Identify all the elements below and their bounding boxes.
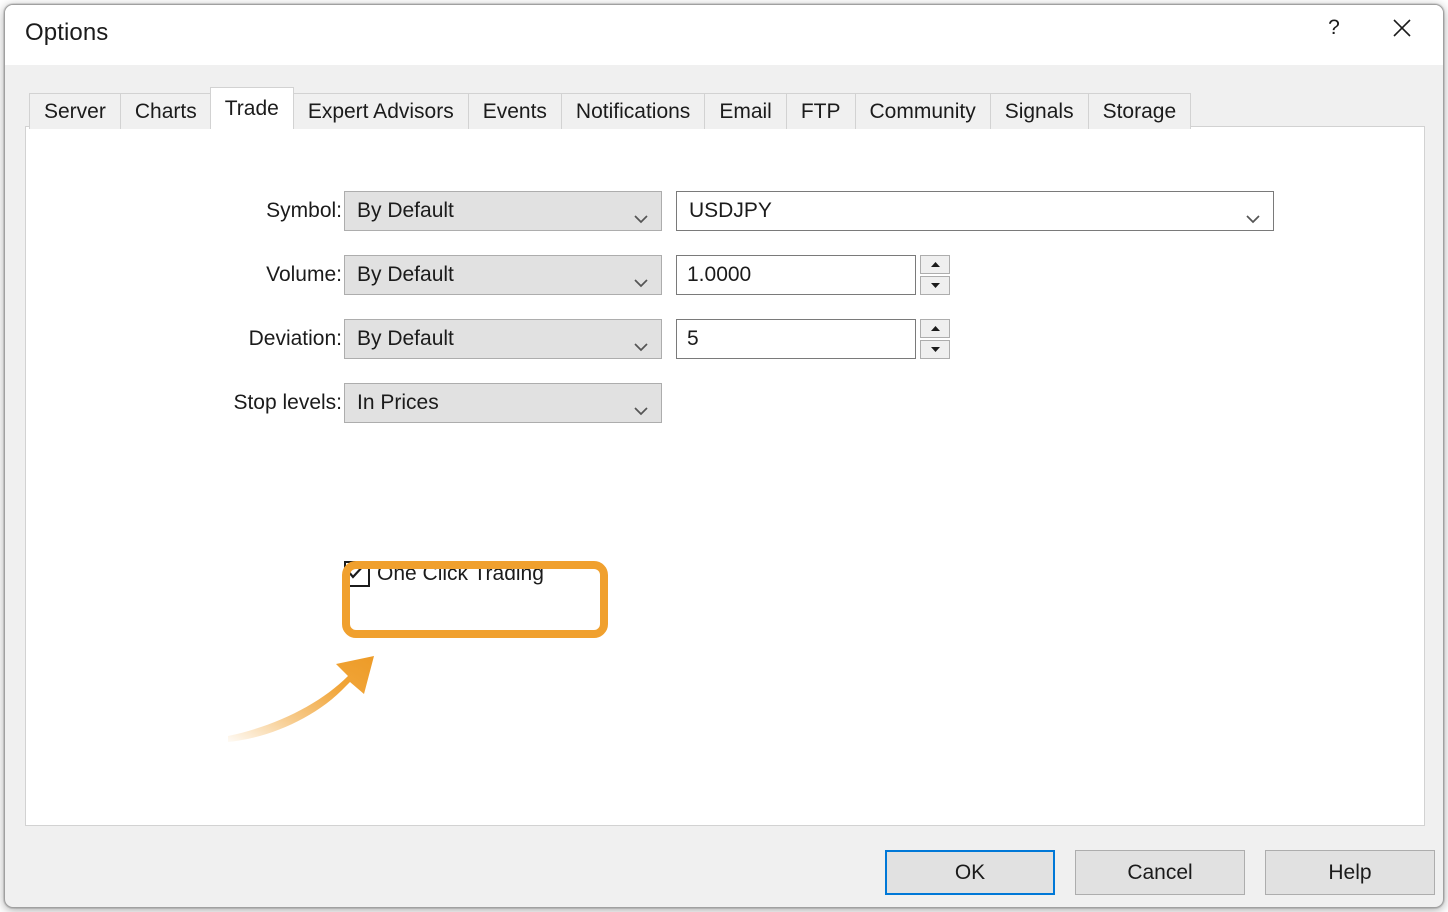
- volume-stepper[interactable]: [920, 255, 950, 295]
- cancel-button-label: Cancel: [1127, 861, 1192, 885]
- tab-label: Signals: [1005, 100, 1074, 124]
- chevron-down-icon: [633, 334, 649, 344]
- checkmark-icon: [347, 564, 367, 585]
- one-click-trading-label: One Click Trading: [377, 562, 544, 586]
- volume-value: 1.0000: [687, 263, 751, 287]
- trade-settings-panel: Symbol: By Default USDJPY Volume: By Def…: [25, 126, 1425, 826]
- deviation-label: Deviation:: [249, 327, 342, 351]
- volume-mode-value: By Default: [357, 263, 454, 287]
- volume-increment-button[interactable]: [920, 255, 950, 274]
- tab-trade[interactable]: Trade: [210, 87, 294, 129]
- volume-row: Volume: By Default 1.0000: [26, 255, 1424, 295]
- tab-label: Notifications: [576, 100, 690, 124]
- options-dialog: Options ? Server Charts Trade Expert Adv…: [4, 4, 1444, 908]
- tab-email[interactable]: Email: [704, 93, 787, 129]
- chevron-down-icon: [633, 206, 649, 216]
- triangle-down-icon: [930, 282, 941, 289]
- tab-notifications[interactable]: Notifications: [561, 93, 705, 129]
- deviation-mode-value: By Default: [357, 327, 454, 351]
- tab-signals[interactable]: Signals: [990, 93, 1089, 129]
- chevron-down-icon: [633, 270, 649, 280]
- triangle-up-icon: [930, 325, 941, 332]
- deviation-row: Deviation: By Default 5: [26, 319, 1424, 359]
- tab-label: Trade: [225, 97, 279, 121]
- tab-label: Server: [44, 100, 106, 124]
- tab-label: Community: [870, 100, 976, 124]
- tab-label: Storage: [1103, 100, 1177, 124]
- help-button[interactable]: Help: [1265, 850, 1435, 895]
- tab-label: Events: [483, 100, 547, 124]
- tab-label: Email: [719, 100, 772, 124]
- one-click-trading-checkbox[interactable]: [344, 561, 370, 587]
- deviation-increment-button[interactable]: [920, 319, 950, 338]
- volume-mode-combobox[interactable]: By Default: [344, 255, 662, 295]
- tab-strip: Server Charts Trade Expert Advisors Even…: [29, 89, 1190, 129]
- ok-button-label: OK: [955, 861, 985, 885]
- tab-label: Expert Advisors: [308, 100, 454, 124]
- window-title: Options: [25, 19, 108, 47]
- tab-expert-advisors[interactable]: Expert Advisors: [293, 93, 469, 129]
- symbol-value: USDJPY: [689, 199, 772, 223]
- triangle-down-icon: [930, 346, 941, 353]
- tab-label: FTP: [801, 100, 841, 124]
- tab-server[interactable]: Server: [29, 93, 121, 129]
- volume-input[interactable]: 1.0000: [676, 255, 916, 295]
- question-mark-icon: ?: [1328, 16, 1340, 40]
- ok-button[interactable]: OK: [885, 850, 1055, 895]
- title-bar: Options ?: [5, 5, 1443, 65]
- close-button[interactable]: [1371, 5, 1433, 51]
- symbol-mode-combobox[interactable]: By Default: [344, 191, 662, 231]
- one-click-trading-row[interactable]: One Click Trading: [344, 561, 544, 587]
- volume-decrement-button[interactable]: [920, 276, 950, 295]
- chevron-down-icon: [633, 398, 649, 408]
- annotation-arrow-icon: [224, 622, 434, 752]
- stop-levels-row: Stop levels: In Prices: [26, 383, 1424, 423]
- symbol-label: Symbol:: [266, 199, 342, 223]
- tab-ftp[interactable]: FTP: [786, 93, 856, 129]
- one-click-trading-checkbox-group[interactable]: One Click Trading: [344, 561, 544, 587]
- tab-events[interactable]: Events: [468, 93, 562, 129]
- tab-charts[interactable]: Charts: [120, 93, 212, 129]
- stop-levels-value: In Prices: [357, 391, 439, 415]
- stop-levels-label: Stop levels:: [233, 391, 342, 415]
- tab-community[interactable]: Community: [855, 93, 991, 129]
- cancel-button[interactable]: Cancel: [1075, 850, 1245, 895]
- symbol-row: Symbol: By Default USDJPY: [26, 191, 1424, 231]
- deviation-mode-combobox[interactable]: By Default: [344, 319, 662, 359]
- close-icon: [1391, 17, 1413, 39]
- chevron-down-icon: [1245, 206, 1261, 216]
- deviation-decrement-button[interactable]: [920, 340, 950, 359]
- stop-levels-combobox[interactable]: In Prices: [344, 383, 662, 423]
- tab-storage[interactable]: Storage: [1088, 93, 1192, 129]
- triangle-up-icon: [930, 261, 941, 268]
- title-help-button[interactable]: ?: [1303, 5, 1365, 51]
- volume-label: Volume:: [266, 263, 342, 287]
- symbol-mode-value: By Default: [357, 199, 454, 223]
- deviation-value: 5: [687, 327, 699, 351]
- deviation-stepper[interactable]: [920, 319, 950, 359]
- help-button-label: Help: [1328, 861, 1371, 885]
- tab-label: Charts: [135, 100, 197, 124]
- deviation-input[interactable]: 5: [676, 319, 916, 359]
- symbol-value-combobox[interactable]: USDJPY: [676, 191, 1274, 231]
